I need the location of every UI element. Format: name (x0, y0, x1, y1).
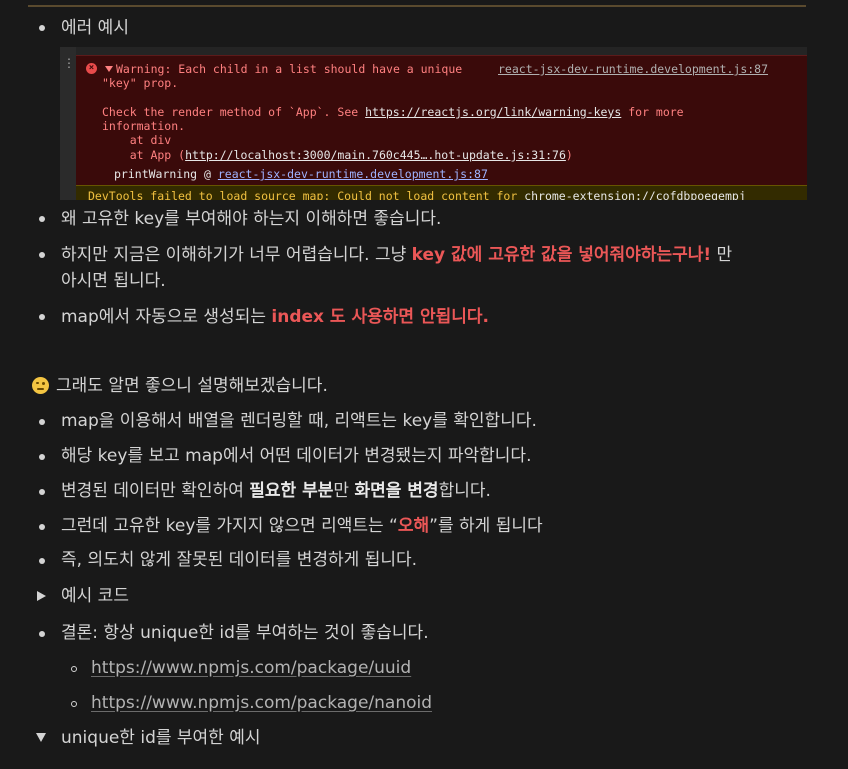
bullet (39, 252, 45, 258)
console-gutter: ⋮ (60, 47, 76, 200)
bullet (39, 454, 45, 460)
highlight-index-text: index 도 사용하면 안됩니다. (271, 307, 489, 327)
divider (28, 5, 806, 7)
toggle-unique-id-example[interactable]: unique한 id를 부여한 예시 (61, 726, 261, 750)
list-item-hard-line1: 하지만 지금은 이해하기가 너무 어렵습니다. 그냥 key 값에 고유한 값을… (61, 245, 733, 265)
highlight-key-text: key 값에 고유한 값을 넣어줘야하는구나! (411, 245, 712, 265)
console-source-link[interactable]: react-jsx-dev-runtime.development.js:87 (498, 62, 768, 76)
list-item-expl3: 변경된 데이터만 확인하여 필요한 부분만 화면을 변경합니다. (61, 481, 491, 501)
bullet (39, 25, 45, 31)
list-item-expl4: 그런데 고유한 key를 가지지 않으면 리액트는 “오해”를 하게 됩니다 (61, 516, 543, 536)
list-item-expl5: 즉, 의도치 않게 잘못된 데이터를 변경하게 됩니다. (61, 550, 418, 570)
sub-bullet (71, 701, 77, 707)
console-error-panel: × Warning: Each child in a list should h… (76, 55, 807, 186)
hot-update-link[interactable]: http://localhost:3000/main.760c445….hot-… (185, 148, 566, 162)
console-warning-line1: Warning: Each child in a list should hav… (116, 62, 463, 76)
error-icon: × (86, 63, 97, 74)
console-devtools-warning: DevTools failed to load source map: Coul… (76, 185, 807, 200)
console-at-app: at App (http://localhost:3000/main.760c4… (102, 148, 573, 162)
bullet (39, 419, 45, 425)
bullet (39, 314, 45, 320)
list-item-expl2: 해당 key를 보고 map에서 어떤 데이터가 변경됐는지 파악합니다. (61, 446, 532, 466)
print-warning-link[interactable]: react-jsx-dev-runtime.development.js:87 (218, 167, 488, 181)
list-item-map-index: map에서 자동으로 생성되는 index 도 사용하면 안됩니다. (61, 307, 489, 327)
callout-text: 그래도 알면 좋으니 설명해보겠습니다. (56, 376, 328, 396)
link-uuid[interactable]: https://www.npmjs.com/package/uuid (91, 656, 411, 680)
bullet (39, 631, 45, 637)
winking-face-icon (32, 377, 49, 394)
list-item-conclusion: 결론: 항상 unique한 id를 부여하는 것이 좋습니다. (61, 623, 429, 643)
toggle-collapsed-icon[interactable] (37, 591, 46, 601)
list-item-hard-line2: 아시면 됩니다. (61, 271, 166, 291)
expand-triangle-icon[interactable] (105, 66, 113, 72)
sub-bullet (71, 666, 77, 672)
list-item-why-key: 왜 고유한 key를 부여해야 하는지 이해하면 좋습니다. (61, 209, 442, 229)
warning-keys-link[interactable]: https://reactjs.org/link/warning-keys (365, 105, 621, 119)
link-nanoid[interactable]: https://www.npmjs.com/package/nanoid (91, 691, 432, 715)
toggle-example-code[interactable]: 예시 코드 (61, 584, 129, 608)
bullet (39, 216, 45, 222)
console-print-warning: printWarning @ react-jsx-dev-runtime.dev… (114, 167, 488, 181)
bullet (39, 558, 45, 564)
console-at-div: at div (102, 133, 172, 147)
devtools-warning-text: DevTools failed to load source map: Coul… (88, 189, 746, 200)
bullet (39, 489, 45, 495)
console-warning-line2: "key" prop. (102, 76, 179, 90)
bullet (39, 524, 45, 530)
console-check-line: Check the render method of `App`. See ht… (102, 105, 684, 119)
list-item-error-example: 에러 예시 (61, 18, 129, 38)
console-error-image: ⋮ × Warning: Each child in a list should… (60, 47, 807, 200)
console-info-line: information. (102, 119, 186, 133)
toggle-expanded-icon[interactable] (36, 733, 46, 742)
list-item-expl1: map을 이용해서 배열을 렌더링할 때, 리액트는 key를 확인합니다. (61, 411, 537, 431)
